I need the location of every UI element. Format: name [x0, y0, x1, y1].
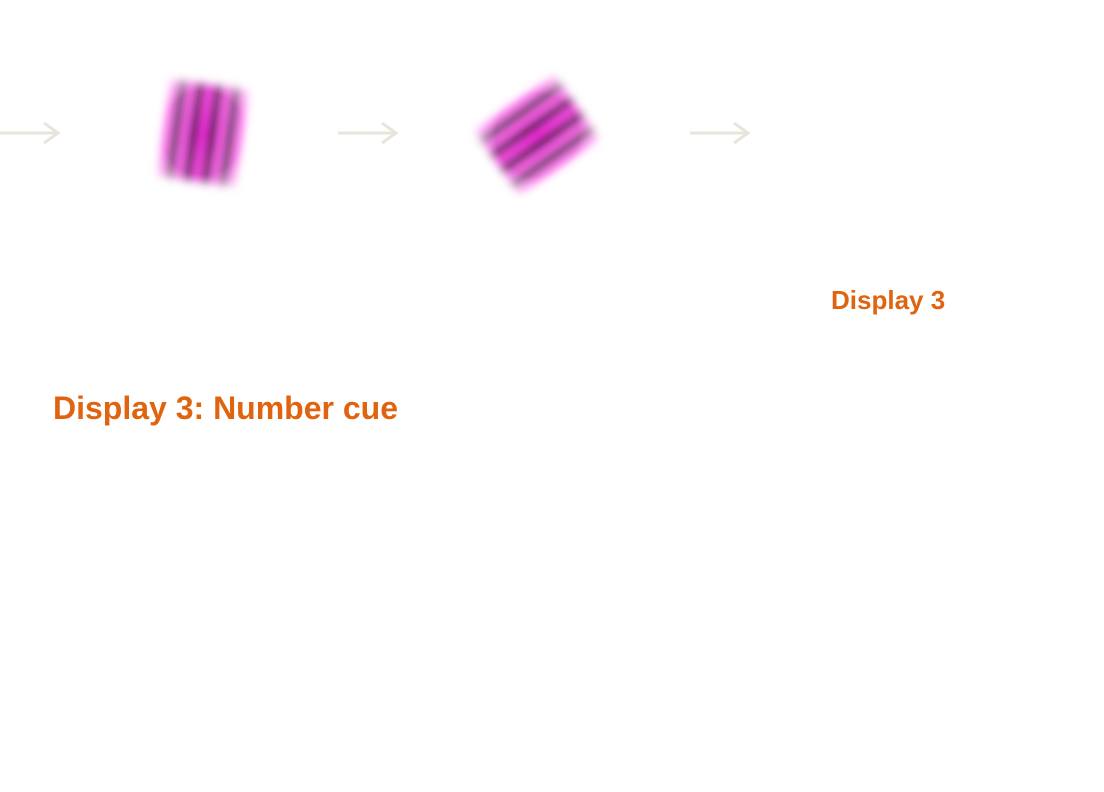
arrow-right-icon	[0, 118, 64, 148]
arrow-right-icon	[338, 118, 402, 148]
gabor-patch-vertical	[128, 58, 278, 208]
display-label: Display 3	[831, 285, 946, 315]
gabor-patch-oblique	[462, 60, 612, 210]
caption: Display 3: Number cue	[53, 390, 398, 426]
arrow-right-icon	[690, 118, 754, 148]
